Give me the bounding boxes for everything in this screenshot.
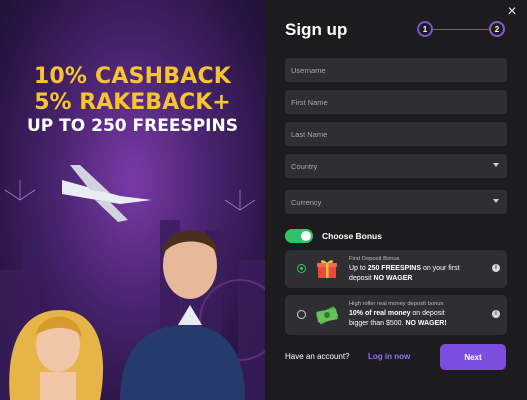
jet-illustration: [62, 165, 152, 222]
bonus-radio-unselected[interactable]: [297, 310, 306, 319]
bonus-2-description: 10% of real money on deposit bigger than…: [349, 310, 447, 327]
money-icon: [316, 306, 338, 325]
bonus-toggle[interactable]: [285, 229, 313, 243]
city-illustration: [0, 165, 265, 400]
step-connector: [433, 29, 489, 30]
bonus-option-high-roller[interactable]: High roller real money deposit bonus 10%…: [285, 295, 507, 335]
promo-banner: 10% CASHBACK 5% RAKEBACK+ UP TO 250 FREE…: [0, 0, 265, 400]
close-icon[interactable]: ✕: [507, 4, 517, 18]
bonus-2-subtitle: High roller real money deposit bonus: [349, 301, 444, 307]
last-name-input[interactable]: Last Name: [285, 122, 507, 146]
gift-icon: [317, 260, 337, 278]
promo-line-3: UP TO 250 FREESPINS: [27, 116, 238, 136]
chevron-down-icon: [493, 199, 499, 203]
country-select[interactable]: Country: [285, 154, 507, 178]
first-name-input[interactable]: First Name: [285, 90, 507, 114]
currency-select[interactable]: Currency: [285, 190, 507, 214]
toggle-knob: [301, 231, 311, 241]
login-link[interactable]: Log in now: [368, 352, 410, 361]
country-select-label: Country: [291, 161, 318, 171]
info-icon[interactable]: i: [492, 264, 500, 272]
step-1-indicator: 1: [417, 21, 433, 37]
info-icon[interactable]: i: [492, 310, 500, 318]
bonus-option-first-deposit[interactable]: First Deposit Bonus Up to 250 FREESPINS …: [285, 250, 507, 288]
next-button[interactable]: Next: [440, 344, 506, 370]
choose-bonus-label: Choose Bonus: [322, 231, 382, 241]
username-input[interactable]: Username: [285, 58, 507, 82]
bonus-1-description: Up to 250 FREESPINS on your first deposi…: [349, 265, 460, 282]
bonus-radio-selected[interactable]: [297, 264, 306, 273]
bonus-1-subtitle: First Deposit Bonus: [349, 256, 400, 262]
chevron-down-icon: [493, 163, 499, 167]
choose-bonus-row: Choose Bonus: [285, 229, 382, 243]
promo-line-2: 5% RAKEBACK+: [34, 90, 231, 115]
promo-line-1: 10% CASHBACK: [33, 64, 232, 89]
currency-select-label: Currency: [291, 197, 322, 207]
signup-modal: 10% CASHBACK 5% RAKEBACK+ UP TO 250 FREE…: [0, 0, 527, 400]
page-title: Sign up: [285, 20, 348, 39]
have-account-text: Have an account?: [285, 352, 350, 361]
step-2-indicator: 2: [489, 21, 505, 37]
signup-form-panel: ✕ Sign up 1 2 Username First Name Last N…: [265, 0, 527, 400]
